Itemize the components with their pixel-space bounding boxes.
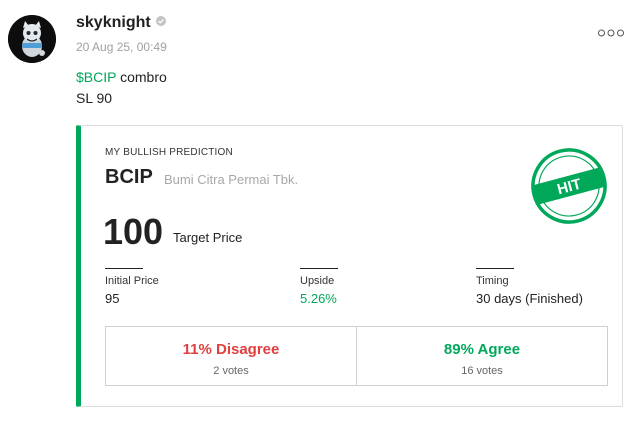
disagree-button[interactable]: 11% Disagree 2 votes xyxy=(106,327,356,385)
more-options-icon[interactable] xyxy=(598,24,624,37)
cashtag-link[interactable]: $BCIP xyxy=(76,69,116,85)
timing-metric: Timing 30 days (Finished) xyxy=(476,268,583,306)
post-line-1: $BCIP combro xyxy=(76,67,167,88)
initial-price-metric: Initial Price 95 xyxy=(105,268,159,306)
target-price-label: Target Price xyxy=(173,230,243,245)
target-price-value: 100 xyxy=(103,211,164,252)
agree-button[interactable]: 89% Agree 16 votes xyxy=(356,327,607,385)
metric-divider xyxy=(476,268,514,269)
username[interactable]: skyknight xyxy=(76,14,166,32)
agree-vote-count: 16 votes xyxy=(461,365,503,377)
disagree-vote-count: 2 votes xyxy=(213,365,249,377)
upside-label: Upside xyxy=(300,275,335,287)
initial-price-value: 95 xyxy=(105,291,120,306)
company-name: Bumi Citra Permai Tbk. xyxy=(164,172,299,187)
prediction-card[interactable]: MY BULLISH PREDICTION BCIP Bumi Citra Pe… xyxy=(76,125,623,407)
prediction-label: MY BULLISH PREDICTION xyxy=(105,147,233,158)
upside-metric: Upside 5.26% xyxy=(300,268,338,306)
metric-divider xyxy=(300,268,338,269)
vote-panel: 11% Disagree 2 votes 89% Agree 16 votes xyxy=(105,326,608,386)
timing-label: Timing xyxy=(476,275,509,287)
agree-percent: 89% Agree xyxy=(443,341,521,358)
username-text[interactable]: skyknight xyxy=(76,14,151,31)
metric-divider xyxy=(105,268,143,269)
timing-value: 30 days (Finished) xyxy=(476,291,583,306)
initial-price-label: Initial Price xyxy=(105,275,159,287)
avatar[interactable] xyxy=(8,15,56,63)
avatar-image xyxy=(8,15,56,63)
post-timestamp[interactable]: 20 Aug 25, 00:49 xyxy=(76,40,167,54)
ticker-symbol[interactable]: BCIP xyxy=(105,166,153,189)
post-line-2: SL 90 xyxy=(76,90,113,106)
hit-stamp-icon: HIT xyxy=(527,144,611,228)
post-line-1-text: combro xyxy=(116,69,167,85)
upside-value: 5.26% xyxy=(300,291,337,306)
disagree-percent: 11% Disagree xyxy=(182,341,280,358)
verified-icon xyxy=(155,13,166,31)
post-body: $BCIP combro SL 90 xyxy=(76,67,167,109)
